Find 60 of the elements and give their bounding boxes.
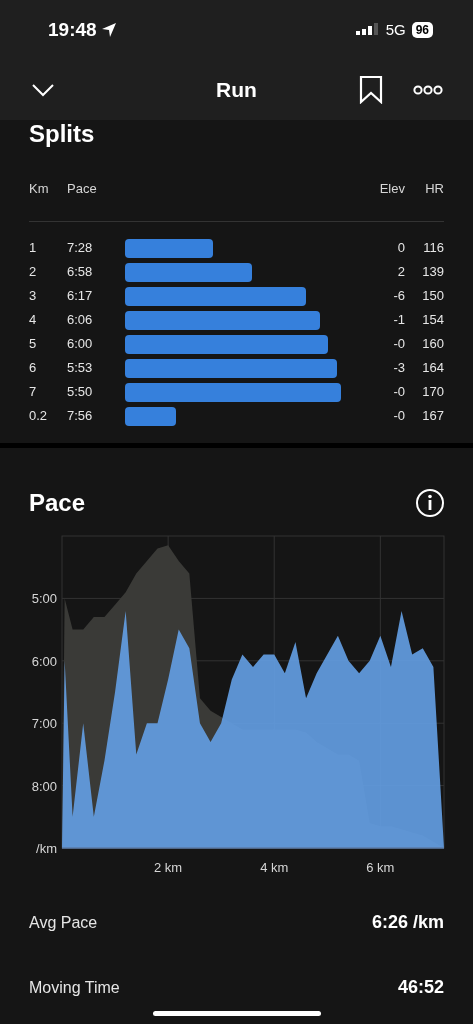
table-cell-text: 0.2 [29,407,49,426]
table-cell-text: -0 [392,383,405,402]
battery-level: 96 [411,22,433,38]
table-cell-text: 150 [421,287,444,306]
pace-bar [125,406,177,426]
table-cell-text: 2 [29,263,38,282]
axis-label: 6:00 [31,653,57,669]
table-cell-text: 7:28 [67,239,94,258]
table-cell-text: 116 [422,239,444,258]
axis-label: 6 km [366,860,395,875]
table-cell-text: 7 [29,383,38,402]
table-cell-text: 4 [29,311,38,330]
section-title: Pace [29,488,86,518]
table-cell-text: 6:06 [67,311,94,330]
table-cell-text: 154 [421,311,444,330]
table-cell-text: -0 [392,407,405,426]
table-cell-text: 3 [29,287,38,306]
header-title: Run [216,77,257,104]
table-cell-text: -3 [392,359,405,378]
table-cell-text: -1 [392,311,405,330]
table-cell-text: 160 [421,335,444,354]
table-cell-text: 139 [421,263,444,282]
stat-label: Avg Pace [29,912,98,933]
axis-label: 5:00 [31,591,57,607]
table-cell-text: 5:53 [67,359,94,378]
column-header: HR [424,180,444,198]
network-label: 5G [385,19,406,40]
table-cell-text: -6 [392,287,405,306]
location-icon [100,22,117,38]
axis-label: /km [36,841,57,856]
table-cell-text: 2 [396,263,405,282]
table-cell-text: 1 [29,239,38,258]
column-header: Km [29,180,50,198]
section-title: Splits [29,120,96,148]
status-time: 19:48 [48,17,97,42]
table-cell-text: 0 [396,239,405,258]
axis-label: 7:00 [31,716,57,732]
info-icon[interactable] [415,488,445,518]
stat-value: 46:52 [397,976,444,999]
axis-label: 8:00 [31,778,57,794]
table-cell-text: 164 [421,359,444,378]
bookmark-icon[interactable] [359,76,383,104]
table-cell-text: 6:58 [67,263,94,282]
column-header: Pace [67,180,98,198]
table-cell-text: 5 [29,335,38,354]
table-cell-text: 5:50 [67,383,94,402]
axis-label: 2 km [154,860,183,875]
table-cell-text: 167 [421,407,444,426]
signal-icon [355,23,380,37]
table-cell-text: 170 [421,383,444,402]
table-cell-text: 6:00 [67,335,94,354]
table-cell-text: 6:17 [67,287,94,306]
table-cell-text: 7:56 [67,407,94,426]
stat-label: Moving Time [29,977,120,998]
more-icon[interactable] [413,85,443,95]
axis-label: 4 km [260,860,289,875]
table-cell-text: 6 [29,359,38,378]
stat-value: 6:26 /km [371,911,444,934]
table-cell-text: -0 [392,335,405,354]
column-header: Elev [378,180,405,198]
